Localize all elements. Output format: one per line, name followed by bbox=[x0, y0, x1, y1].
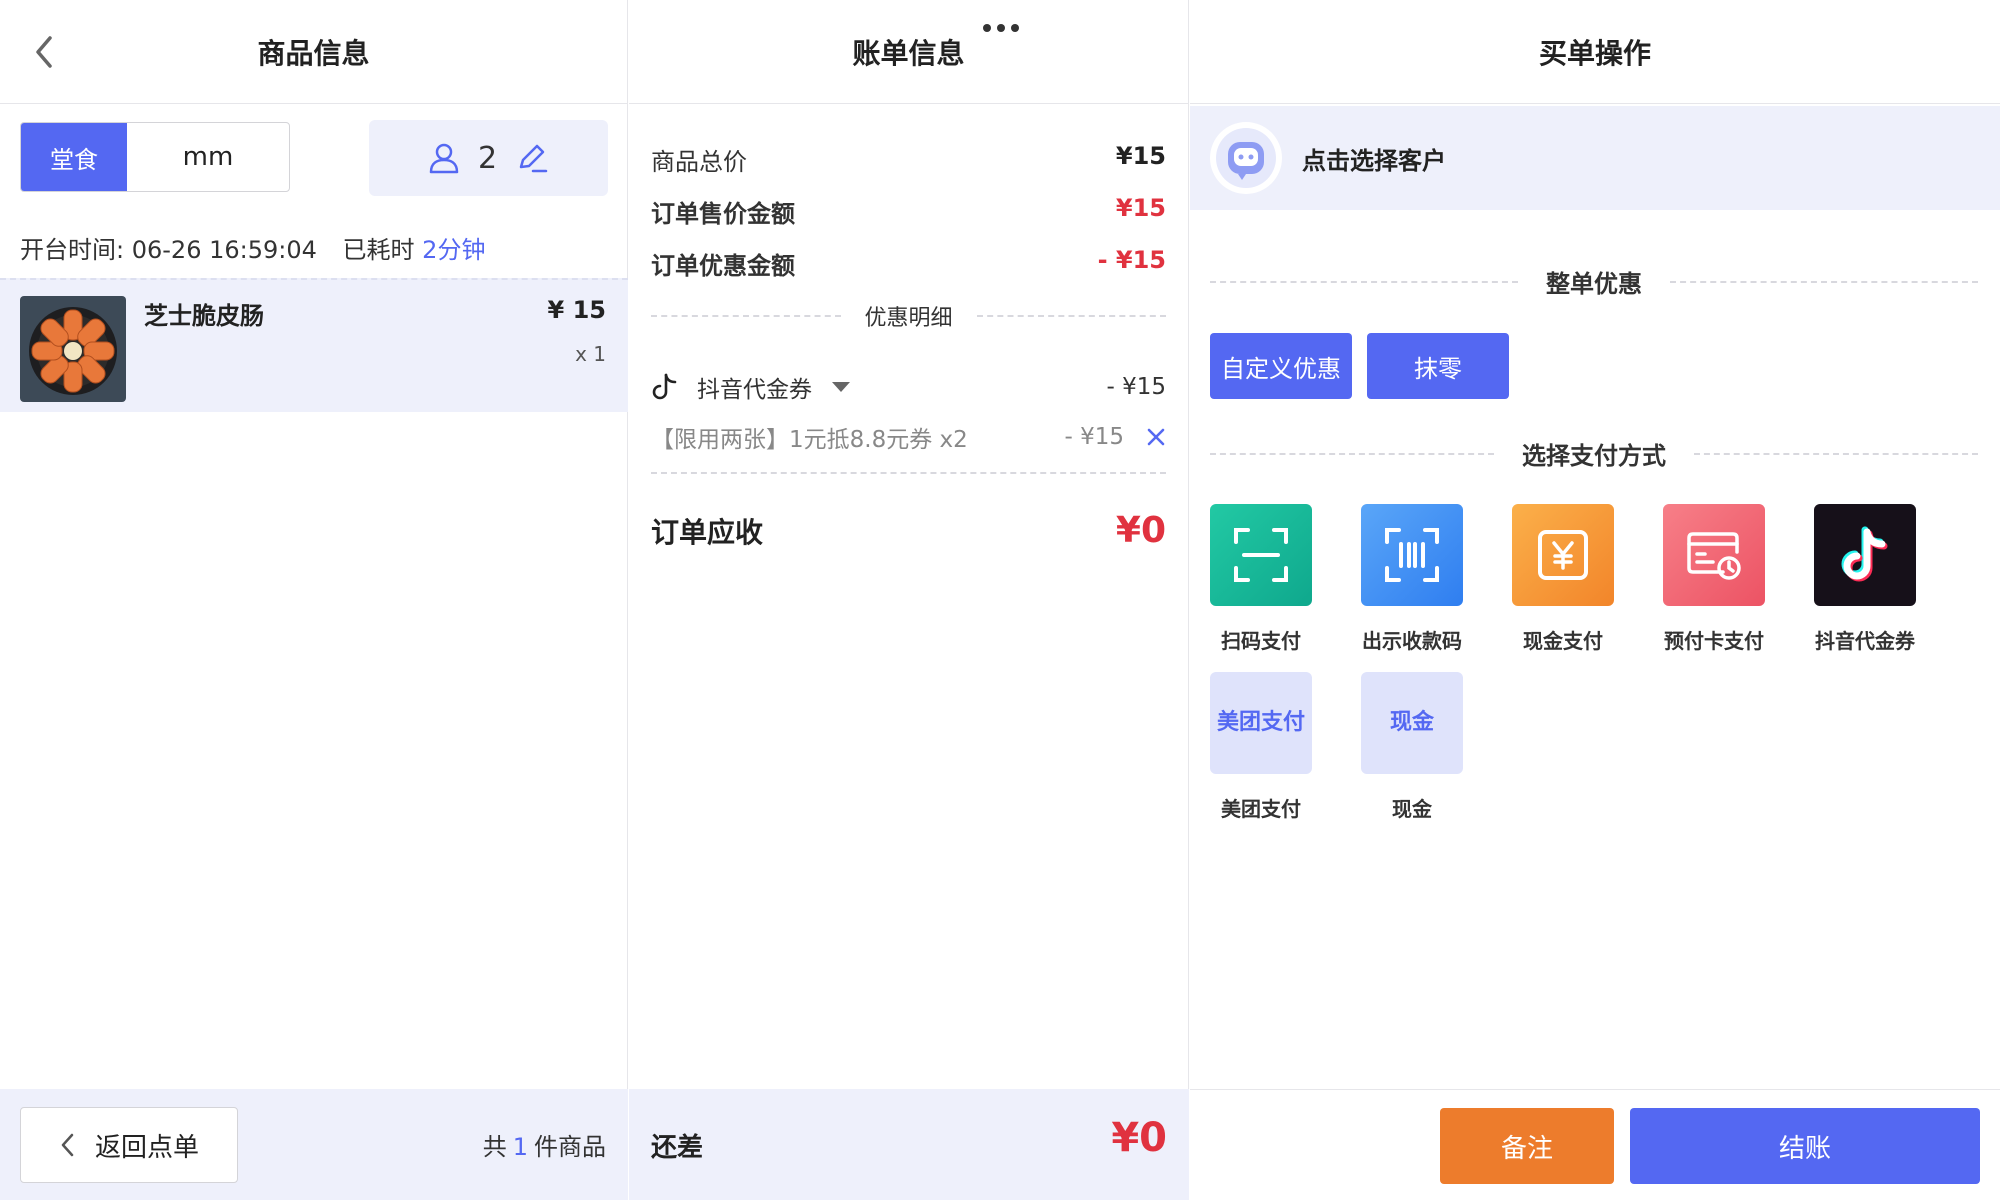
bill-row-label: 订单售价金额 bbox=[651, 200, 795, 228]
coupon-detail-text: 【限用两张】1元抵8.8元券 x2 bbox=[651, 427, 968, 453]
checkout-actions-panel: 买单操作 点击选择客户 整单优惠 自定义优惠 抹零 选择支付方式 扫码支付 出示… bbox=[1190, 0, 2000, 1200]
coupon-row[interactable]: 抖音代金券 - ¥15 bbox=[651, 370, 1166, 404]
payment-label: 扫码支付 bbox=[1221, 629, 1301, 653]
return-to-order-label: 返回点单 bbox=[94, 1132, 199, 1163]
total-count: 1 bbox=[512, 1133, 528, 1161]
chevron-left-icon bbox=[61, 1133, 74, 1157]
total-items-summary: 共 1 件商品 bbox=[483, 1127, 606, 1162]
dropdown-caret-icon[interactable] bbox=[832, 382, 850, 392]
show-code-tile[interactable] bbox=[1361, 504, 1463, 606]
coupon-amount: - ¥15 bbox=[1106, 374, 1166, 400]
payment-label: 抖音代金券 bbox=[1815, 629, 1915, 653]
receivable-value: ¥0 bbox=[1115, 510, 1166, 551]
bill-row-value: ¥15 bbox=[1115, 194, 1166, 222]
select-customer-bar[interactable]: 点击选择客户 bbox=[1190, 106, 2000, 210]
open-time-value: 06-26 16:59:04 bbox=[131, 236, 317, 264]
more-icon[interactable] bbox=[979, 16, 1023, 40]
scan-icon bbox=[1234, 528, 1288, 582]
avatar bbox=[1210, 122, 1282, 194]
discount-detail-divider: 优惠明细 bbox=[651, 300, 1167, 332]
order-receivable-row: 订单应收 ¥0 bbox=[651, 510, 1166, 551]
balance-value: ¥0 bbox=[1111, 1115, 1167, 1161]
bill-row-discount-amount: 订单优惠金额 - ¥15 bbox=[651, 246, 1166, 281]
note-button[interactable]: 备注 bbox=[1440, 1108, 1614, 1184]
total-suffix: 件商品 bbox=[534, 1133, 606, 1161]
bill-info-panel: 账单信息 商品总价 ¥15 订单售价金额 ¥15 订单优惠金额 - ¥15 优惠… bbox=[629, 0, 1189, 1200]
bill-row-label: 订单优惠金额 bbox=[651, 252, 795, 280]
checkout-screen: 商品信息 堂食 mm 2 开台时间: 06-26 16:59:04 已耗时 2分… bbox=[0, 0, 2000, 1200]
bill-row-label: 商品总价 bbox=[651, 148, 747, 176]
coupon-detail-row: 【限用两张】1元抵8.8元券 x2 - ¥15 bbox=[651, 420, 1166, 454]
balance-label: 还差 bbox=[651, 1133, 704, 1163]
coupon-name: 抖音代金券 bbox=[697, 377, 812, 403]
robot-avatar-icon bbox=[1216, 128, 1276, 188]
back-chevron-icon[interactable] bbox=[30, 34, 60, 70]
dine-mode-selector: 堂食 mm bbox=[20, 122, 290, 192]
receivable-label: 订单应收 bbox=[651, 515, 764, 549]
item-price: ¥ 15 bbox=[547, 296, 606, 324]
open-time-label: 开台时间: bbox=[20, 236, 125, 264]
meituan-pay-tile[interactable]: 美团支付 bbox=[1210, 672, 1312, 774]
payment-method-divider: 选择支付方式 bbox=[1210, 436, 1978, 471]
open-time-info: 开台时间: 06-26 16:59:04 已耗时 2分钟 bbox=[20, 230, 485, 265]
product-info-title: 商品信息 bbox=[257, 36, 370, 70]
prepaid-card-icon bbox=[1687, 532, 1741, 580]
select-customer-label: 点击选择客户 bbox=[1302, 146, 1446, 175]
total-prefix: 共 bbox=[482, 1133, 507, 1161]
custom-discount-button[interactable]: 自定义优惠 bbox=[1210, 333, 1352, 399]
payment-method-title: 选择支付方式 bbox=[1522, 442, 1666, 470]
elapsed-value: 2分钟 bbox=[422, 236, 486, 264]
person-icon bbox=[429, 143, 459, 174]
edit-icon[interactable] bbox=[515, 141, 549, 175]
bill-row-value: ¥15 bbox=[1115, 142, 1166, 170]
checkout-footer: 备注 结账 bbox=[1190, 1089, 2000, 1200]
checkout-button[interactable]: 结账 bbox=[1630, 1108, 1980, 1184]
payment-label: 预付卡支付 bbox=[1664, 629, 1764, 653]
round-off-button[interactable]: 抹零 bbox=[1367, 333, 1509, 399]
scan-pay-tile[interactable] bbox=[1210, 504, 1312, 606]
item-name: 芝士脆皮肠 bbox=[144, 302, 264, 330]
prepaid-card-tile[interactable] bbox=[1663, 504, 1765, 606]
bill-info-title: 账单信息 bbox=[852, 36, 965, 70]
payment-label: 出示收款码 bbox=[1362, 629, 1462, 653]
elapsed-label: 已耗时 bbox=[342, 236, 415, 264]
return-to-order-button[interactable]: 返回点单 bbox=[20, 1107, 238, 1183]
bill-row-value: - ¥15 bbox=[1097, 246, 1166, 274]
close-icon[interactable] bbox=[1146, 427, 1166, 447]
bill-row-goods-total: 商品总价 ¥15 bbox=[651, 142, 1166, 177]
dine-in-tab[interactable]: 堂食 bbox=[21, 123, 127, 191]
product-info-panel: 商品信息 堂食 mm 2 开台时间: 06-26 16:59:04 已耗时 2分… bbox=[0, 0, 628, 1200]
guest-count: 2 bbox=[477, 140, 498, 176]
guest-count-box[interactable]: 2 bbox=[369, 120, 608, 196]
payment-label: 美团支付 bbox=[1221, 797, 1301, 821]
product-info-header: 商品信息 bbox=[0, 0, 627, 104]
coupon-detail-amount: - ¥15 bbox=[1064, 424, 1124, 450]
balance-footer: 还差 ¥0 bbox=[629, 1089, 1189, 1200]
order-name-field[interactable]: mm bbox=[127, 123, 289, 191]
checkout-actions-header: 买单操作 bbox=[1190, 0, 2000, 104]
bill-info-header: 账单信息 bbox=[629, 0, 1188, 104]
payment-label: 现金支付 bbox=[1523, 629, 1603, 653]
discount-detail-title: 优惠明细 bbox=[864, 306, 953, 331]
checkout-actions-title: 买单操作 bbox=[1538, 36, 1651, 70]
tiktok-icon bbox=[1841, 526, 1888, 582]
bill-row-sale-amount: 订单售价金额 ¥15 bbox=[651, 194, 1166, 229]
whole-discount-title: 整单优惠 bbox=[1546, 270, 1642, 298]
whole-discount-divider: 整单优惠 bbox=[1210, 264, 1978, 299]
tiktok-icon bbox=[652, 373, 677, 400]
item-thumbnail bbox=[20, 296, 126, 402]
payment-label: 现金 bbox=[1392, 797, 1432, 821]
cash-tile[interactable]: 现金 bbox=[1361, 672, 1463, 774]
item-quantity: x 1 bbox=[575, 342, 606, 366]
divider bbox=[651, 472, 1166, 474]
cash-pay-tile[interactable] bbox=[1512, 504, 1614, 606]
list-item[interactable]: 芝士脆皮肠 ¥ 15 x 1 bbox=[0, 278, 628, 412]
barcode-icon bbox=[1385, 528, 1439, 582]
cash-yen-icon bbox=[1538, 530, 1588, 580]
tiktok-coupon-tile[interactable] bbox=[1814, 504, 1916, 606]
product-footer: 返回点单 共 1 件商品 bbox=[0, 1089, 628, 1200]
